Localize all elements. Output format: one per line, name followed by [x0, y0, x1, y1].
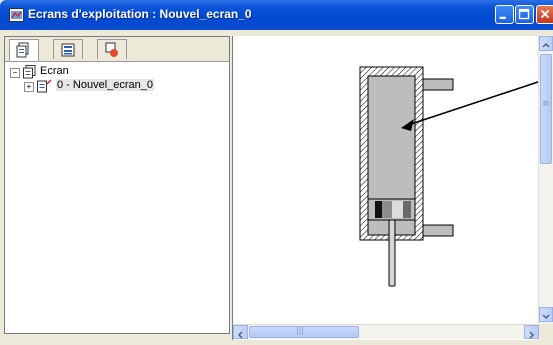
scroll-up-button[interactable] — [539, 36, 553, 51]
scroll-grip: ≡ — [542, 99, 550, 109]
vertical-scroll-thumb[interactable]: ≡ — [540, 54, 552, 164]
minimize-button[interactable] — [495, 5, 514, 24]
piston-head — [367, 198, 416, 221]
title-bar[interactable]: Ecrans d'exploitation : Nouvel_ecran_0 — [0, 0, 553, 30]
maximize-icon — [518, 8, 530, 20]
close-button[interactable] — [536, 5, 553, 24]
scroll-left-button[interactable] — [233, 325, 248, 339]
horizontal-scrollbar[interactable]: ||| — [233, 324, 539, 339]
scroll-down-button[interactable] — [539, 307, 553, 322]
screen-canvas[interactable] — [232, 36, 553, 340]
maximize-button[interactable] — [515, 5, 534, 24]
panel-tabs — [5, 37, 229, 62]
expand-toggle[interactable]: + — [24, 82, 34, 92]
cylinder-drawing — [359, 66, 551, 287]
piston-rod — [388, 219, 396, 287]
window-title: Ecrans d'exploitation : Nouvel_ecran_0 — [28, 7, 252, 21]
objects-icon — [105, 42, 118, 57]
screen-icon — [37, 79, 52, 93]
tree-item-label: Ecran — [40, 65, 69, 77]
size-grip[interactable] — [539, 324, 553, 340]
arrow-right-icon — [529, 331, 535, 339]
app-icon — [9, 8, 24, 22]
tree-panel: − Ecran + 0 - Nouvel_ecran_0 — [4, 36, 230, 334]
list-icon — [61, 43, 75, 57]
lower-port — [422, 224, 454, 237]
tab-screens[interactable] — [9, 39, 39, 61]
close-icon — [540, 9, 550, 19]
scroll-right-button[interactable] — [524, 325, 539, 339]
screen-group-icon — [23, 65, 36, 79]
app-window: Ecrans d'exploitation : Nouvel_ecran_0 −… — [0, 0, 553, 340]
arrow-down-icon — [542, 314, 550, 320]
tab-objects[interactable] — [97, 39, 127, 59]
collapse-toggle[interactable]: − — [10, 68, 20, 78]
horizontal-scroll-thumb[interactable]: ||| — [249, 326, 359, 338]
minimize-icon — [499, 16, 506, 19]
tab-list[interactable] — [53, 39, 83, 59]
arrow-left-icon — [237, 331, 243, 339]
screens-icon — [16, 42, 29, 58]
tree-item-label: 0 - Nouvel_ecran_0 — [56, 79, 155, 91]
arrow-up-icon — [542, 42, 550, 48]
scroll-grip: ||| — [296, 326, 305, 335]
upper-port — [422, 78, 454, 91]
vertical-scrollbar[interactable]: ≡ — [538, 36, 553, 324]
